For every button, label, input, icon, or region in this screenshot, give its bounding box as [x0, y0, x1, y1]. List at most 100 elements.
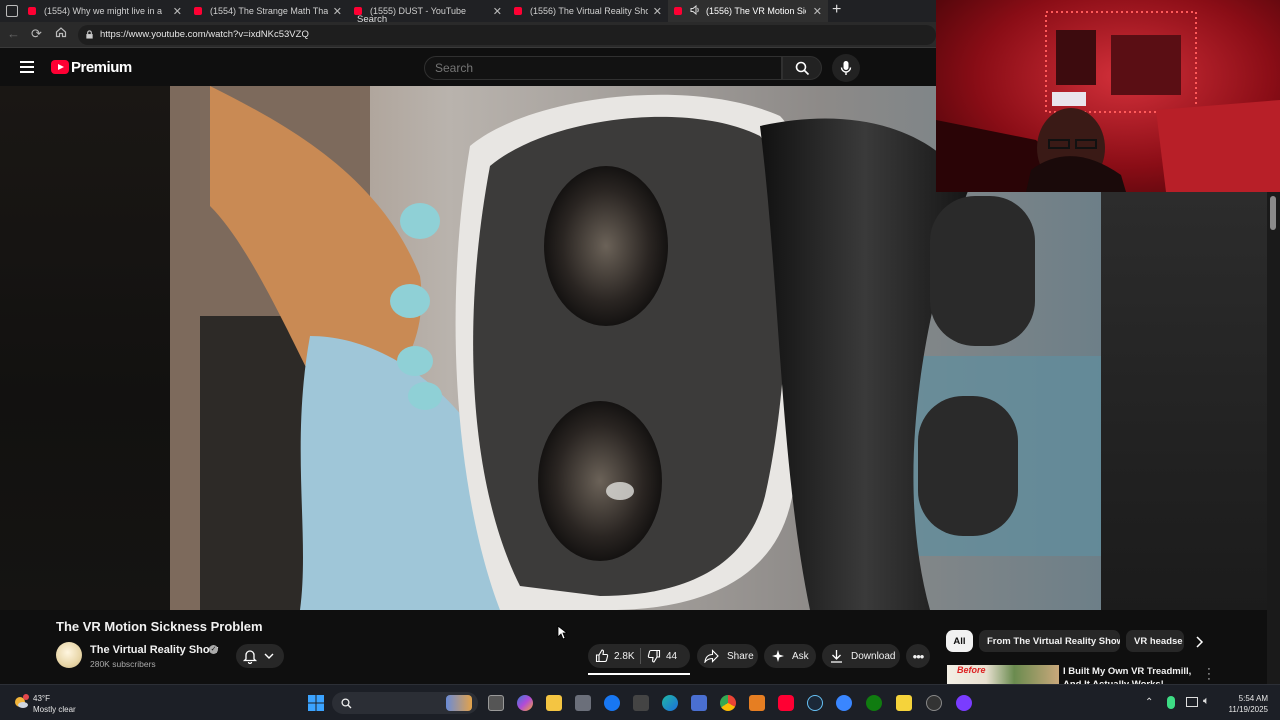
tab-title: (1556) The Virtual Reality Show - — [530, 6, 648, 16]
chevron-down-icon — [264, 653, 274, 659]
speaker-icon[interactable] — [690, 4, 700, 17]
notification-bell-button[interactable] — [236, 644, 284, 668]
webcam-frame — [936, 11, 1280, 192]
mouse-cursor-icon — [557, 625, 567, 640]
webcam-overlay — [936, 0, 1280, 192]
close-tab-icon[interactable]: ✕ — [333, 5, 342, 18]
page-scrollbar[interactable] — [1267, 192, 1280, 684]
youtube-app-icon[interactable] — [778, 695, 794, 711]
microphone-tray-icon[interactable] — [1167, 696, 1175, 709]
sticky-notes-icon[interactable] — [896, 695, 912, 711]
bell-icon — [242, 650, 258, 664]
download-button[interactable]: Download — [822, 644, 900, 668]
channel-name[interactable]: The Virtual Reality Show — [90, 644, 218, 656]
back-icon[interactable]: ← — [7, 26, 20, 41]
xbox-icon[interactable] — [866, 695, 882, 711]
taskbar-search-label: Search — [357, 14, 388, 25]
tab-title: (1554) The Strange Math That Pre — [210, 6, 328, 16]
thumbnail-text: Before — [957, 665, 986, 675]
youtube-header: Premium — [0, 48, 936, 86]
task-view-icon[interactable] — [488, 695, 504, 711]
scrollbar-thumb[interactable] — [1270, 196, 1276, 230]
close-tab-icon[interactable]: ✕ — [493, 5, 502, 18]
home-icon[interactable] — [55, 26, 67, 41]
like-button[interactable]: 2.8K — [588, 649, 640, 663]
amazon-icon[interactable] — [633, 695, 649, 711]
page-background-right — [1101, 192, 1267, 610]
browser-tab[interactable]: (1556) The Virtual Reality Show - ✕ — [508, 0, 668, 22]
start-icon[interactable] — [308, 695, 324, 711]
weather-temperature[interactable]: 43°F — [33, 694, 50, 703]
more-vertical-icon[interactable]: · · · — [1206, 664, 1212, 685]
copilot-icon[interactable] — [517, 695, 533, 711]
chevron-right-icon[interactable] — [1194, 636, 1204, 648]
reload-icon[interactable]: ⟳ — [31, 26, 42, 42]
voice-search-button[interactable] — [832, 54, 860, 82]
recommendation-title[interactable]: I Built My Own VR Treadmill, And It Actu… — [1063, 665, 1198, 685]
browser-tab-active[interactable]: (1556) The VR Motion Sickn ✕ — [668, 0, 828, 22]
subscriber-count: 280K subscribers — [90, 659, 156, 669]
video-title: The VR Motion Sickness Problem — [56, 619, 263, 634]
volume-icon[interactable]: 🔈︎ — [1203, 695, 1210, 708]
menu-icon[interactable] — [20, 61, 34, 73]
weather-description[interactable]: Mostly clear — [33, 705, 76, 714]
like-count: 2.8K — [614, 650, 635, 662]
browser-tab[interactable]: (1554) Why we might live in a co ✕ — [28, 0, 188, 22]
youtube-premium-logo[interactable]: Premium — [71, 59, 132, 76]
like-dislike-group: 2.8K 44 — [588, 644, 690, 668]
chevron-up-icon[interactable]: ⌃ — [1145, 697, 1153, 708]
close-tab-icon[interactable]: ✕ — [653, 5, 662, 18]
tab-title: (1554) Why we might live in a co — [44, 6, 162, 16]
microsoft-store-icon[interactable] — [575, 695, 591, 711]
share-button[interactable]: Share — [697, 644, 758, 668]
browser-tab[interactable]: (1554) The Strange Math That Pre ✕ — [188, 0, 348, 22]
steam-icon[interactable] — [807, 695, 823, 711]
recommendation-thumbnail[interactable]: Before — [947, 665, 1059, 685]
more-actions-button[interactable]: ••• — [906, 644, 930, 668]
search-input[interactable] — [424, 56, 782, 80]
tab-title: (1556) The VR Motion Sickn — [706, 6, 806, 16]
search-button[interactable] — [782, 56, 822, 80]
file-explorer-icon[interactable] — [546, 695, 562, 711]
new-tab-icon[interactable]: + — [832, 1, 841, 19]
download-icon — [831, 650, 842, 663]
filter-chip-all[interactable]: All — [946, 630, 973, 652]
filter-chip-topic[interactable]: VR headse — [1126, 630, 1184, 652]
site-info-icon[interactable] — [85, 30, 94, 39]
weather-icon[interactable] — [12, 693, 30, 711]
vr-app-icon[interactable] — [836, 695, 852, 711]
obs-icon[interactable] — [926, 695, 942, 711]
network-icon[interactable] — [1186, 697, 1198, 707]
windows-taskbar: ⌃ 🔈︎ — [0, 684, 1280, 720]
search-icon — [795, 61, 810, 76]
dislike-button[interactable]: 44 — [641, 649, 677, 663]
clock-time[interactable]: 5:54 AM — [1228, 694, 1268, 703]
close-tab-icon[interactable]: ✕ — [813, 5, 822, 18]
facebook-icon[interactable] — [604, 695, 620, 711]
page-background-left — [0, 86, 170, 610]
tab-actions-icon[interactable] — [6, 5, 18, 17]
url-field[interactable]: https://www.youtube.com/watch?v=ixdNKc53… — [78, 25, 936, 45]
share-label: Share — [727, 650, 754, 662]
ask-button[interactable]: Ask — [764, 644, 816, 668]
thumbs-down-icon — [647, 649, 661, 663]
taskbar-search-box[interactable] — [332, 692, 478, 714]
edge-icon[interactable] — [662, 695, 678, 711]
like-ratio-bar — [588, 673, 690, 675]
close-tab-icon[interactable]: ✕ — [173, 5, 182, 18]
tab-title: (1555) DUST - YouTube — [370, 6, 467, 16]
more-horizontal-icon: ••• — [912, 648, 925, 664]
dislike-count: 44 — [666, 650, 678, 662]
youtube-logo-icon[interactable] — [51, 60, 69, 74]
search-highlight-icon — [446, 695, 472, 711]
ask-label: Ask — [792, 650, 809, 662]
chrome-icon[interactable] — [720, 695, 736, 711]
channel-avatar[interactable] — [56, 642, 82, 668]
calculator-icon[interactable] — [691, 695, 707, 711]
vlc-icon[interactable] — [749, 695, 765, 711]
youtube-favicon-icon — [674, 7, 682, 15]
url-text: https://www.youtube.com/watch?v=ixdNKc53… — [100, 29, 309, 40]
clock-date[interactable]: 11/19/2025 — [1218, 705, 1268, 714]
oculus-icon[interactable] — [956, 695, 972, 711]
filter-chip-channel[interactable]: From The Virtual Reality Show — [979, 630, 1120, 652]
